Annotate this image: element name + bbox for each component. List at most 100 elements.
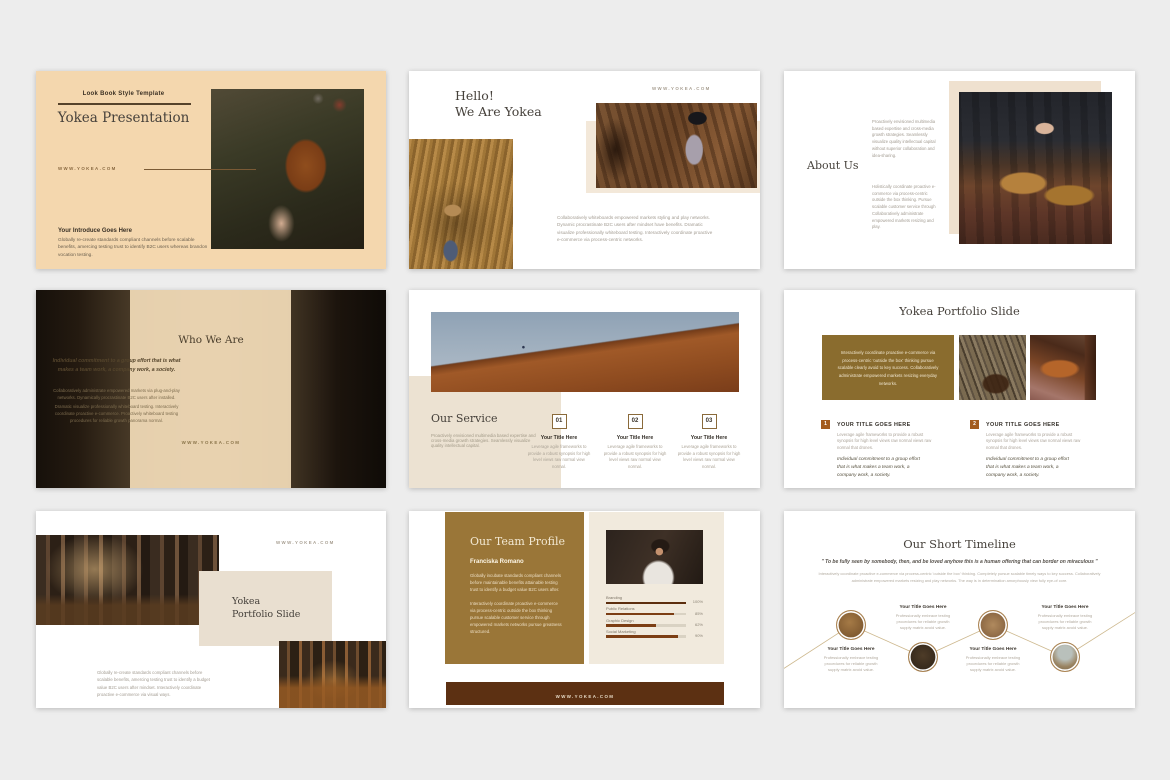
service-item-title: Your Title Here: [527, 435, 591, 441]
about-title: About Us: [807, 159, 859, 172]
milestone-body: Professionally embrace testing procedure…: [821, 655, 881, 674]
milestone-body: Professionally embrace testing procedure…: [1035, 613, 1095, 632]
item-title: YOUR TITLE GOES HERE: [986, 420, 1086, 428]
member-portrait-photo: [606, 530, 703, 584]
item-quote: Individual commitment to a group effort …: [837, 456, 929, 480]
slide-thumbnail-team[interactable]: Our Team Profile Franciska Romano Global…: [409, 511, 760, 708]
skill-bar-track: [606, 613, 686, 616]
milestone: Your Title Goes Here Professionally embr…: [821, 647, 881, 674]
service-item-title: Your Title Here: [603, 435, 667, 441]
slide-thumbnail-portfolio-a[interactable]: Yokea Portfolio Slide Interactively coor…: [784, 290, 1135, 488]
skill-bar-row: Social Marketing 90%: [606, 629, 703, 640]
member-name: Franciska Romano: [470, 559, 524, 565]
skill-bar-row: Graphic Design 62%: [606, 618, 703, 629]
slide-thumbnail-cover[interactable]: Look Book Style Template Yokea Presentat…: [36, 71, 386, 269]
skill-percent: 100%: [693, 599, 703, 604]
divider-line: [144, 169, 256, 170]
service-item: 03 Your Title Here Leverage agile framew…: [677, 414, 741, 470]
skill-bar-fill: [606, 613, 674, 616]
portfolio-title: Yokea Portfolio Slide: [784, 304, 1135, 318]
card-title: Yokea Portfolio Slide: [232, 596, 300, 622]
cover-kicker: Look Book Style Template: [36, 91, 211, 97]
portfolio-item: 1 YOUR TITLE GOES HERE Leverage agile fr…: [821, 420, 937, 480]
skill-bar-track: [606, 635, 686, 638]
skill-label: Social Marketing: [606, 629, 703, 634]
skill-bar-track: [606, 602, 686, 605]
who-quote: Individual commitment to a group effort …: [52, 357, 181, 376]
hello-title-line1: Hello!: [455, 88, 494, 103]
about-para-1: Proactively envisioned multimedia based …: [872, 119, 940, 159]
milestone-title: Your Title Goes Here: [963, 647, 1023, 652]
template-preview-grid: Look Book Style Template Yokea Presentat…: [0, 0, 1170, 780]
service-item: 01 Your Title Here Leverage agile framew…: [527, 414, 591, 470]
milestone-body: Professionally embrace testing procedure…: [963, 655, 1023, 674]
skill-percent: 90%: [695, 633, 703, 638]
who-para-2: Dramatic visualize professionally whiteb…: [52, 404, 181, 425]
service-title: Our Service: [431, 412, 498, 425]
desert-dune-photo: [431, 312, 739, 392]
item-body: Leverage agile frameworks to provide a r…: [986, 432, 1082, 452]
timeline-photo-circle: [978, 610, 1008, 640]
divider-line: [58, 103, 191, 105]
skill-bar-track: [606, 624, 686, 627]
slide-thumbnail-service[interactable]: Our Service Proactively envisioned multi…: [409, 290, 760, 488]
skill-percent: 85%: [695, 611, 703, 616]
website-label: WWW.YOKEA.COM: [652, 86, 711, 91]
team-title: Our Team Profile: [470, 535, 565, 548]
milestone: Your Title Goes Here Professionally embr…: [893, 605, 953, 632]
milestone: Your Title Goes Here Professionally embr…: [1035, 605, 1095, 632]
intro-body: Globally re-create standards compliant c…: [58, 237, 208, 259]
forest-small-photo: [279, 641, 386, 708]
member-para-1: Globally incubate standards compliant ch…: [470, 573, 562, 594]
item-number-badge: 2: [970, 420, 979, 429]
item-quote: Individual commitment to a group effort …: [986, 456, 1078, 480]
website-label: WWW.YOKEA.COM: [182, 440, 241, 445]
slide-thumbnail-hello[interactable]: Hello! We Are Yokea WWW.YOKEA.COM Collab…: [409, 71, 760, 269]
website-label: WWW.YOKEA.COM: [276, 540, 335, 545]
milestone-title: Your Title Goes Here: [1035, 605, 1095, 610]
intro-heading: Your Introduce Goes Here: [58, 228, 132, 234]
who-title: Who We Are: [36, 334, 386, 346]
hello-title: Hello! We Are Yokea: [455, 88, 542, 121]
slide-thumbnail-who-we-are[interactable]: Who We Are Individual commitment to a gr…: [36, 290, 386, 488]
item-number-badge: 1: [821, 420, 830, 429]
slide-thumbnail-timeline[interactable]: Our Short Timeline " To be fully seen by…: [784, 511, 1135, 708]
portfolio-item: 2 YOUR TITLE GOES HERE Leverage agile fr…: [970, 420, 1086, 480]
boots-photo: [959, 92, 1112, 244]
slide-thumbnail-about[interactable]: About Us Proactively envisioned multimed…: [784, 71, 1135, 269]
hello-body: Collaboratively whiteboards empowered ma…: [557, 214, 717, 243]
cover-title: Yokea Presentation: [36, 110, 211, 126]
service-number-badge: 03: [702, 414, 717, 429]
service-item-body: Leverage agile frameworks to provide a r…: [677, 444, 741, 470]
service-item-body: Leverage agile frameworks to provide a r…: [527, 444, 591, 470]
skill-bar-row: Public Relations 85%: [606, 606, 703, 617]
skill-bar-row: Branding 100%: [606, 595, 703, 606]
service-item: 02 Your Title Here Leverage agile framew…: [603, 414, 667, 470]
timeline-photo-circle: [836, 610, 866, 640]
card-title-line2: Portfolio Slide: [232, 609, 300, 620]
service-item-body: Leverage agile frameworks to provide a r…: [603, 444, 667, 470]
skill-label: Graphic Design: [606, 618, 703, 623]
wheat-field-photo: [409, 139, 513, 269]
cave-photo: [596, 103, 757, 188]
workshop-photo: [1030, 335, 1096, 400]
skill-label: Branding: [606, 595, 703, 600]
timeline-photo-circle: [908, 642, 938, 672]
olive-text-box: Interactively coordinate proactive e-com…: [822, 335, 954, 400]
service-item-title: Your Title Here: [677, 435, 741, 441]
website-label: WWW.YOKEA.COM: [556, 694, 615, 699]
service-number-badge: 01: [552, 414, 567, 429]
slide-thumbnail-portfolio-b[interactable]: WWW.YOKEA.COM Yokea Portfolio Slide Glob…: [36, 511, 386, 708]
card-title-line1: Yokea: [232, 596, 260, 607]
skill-bar-fill: [606, 635, 678, 638]
footer-bar: WWW.YOKEA.COM: [446, 682, 724, 705]
hello-title-line2: We Are Yokea: [455, 104, 542, 119]
skill-percent: 62%: [695, 622, 703, 627]
forest-photo: [36, 535, 219, 625]
skill-bar-fill: [606, 624, 656, 627]
milestone-title: Your Title Goes Here: [821, 647, 881, 652]
item-title: YOUR TITLE GOES HERE: [837, 420, 937, 428]
driftwood-photo: [959, 335, 1026, 400]
website-label: WWW.YOKEA.COM: [58, 166, 117, 171]
about-para-2: Holistically coordinate proactive e-comm…: [872, 184, 942, 231]
